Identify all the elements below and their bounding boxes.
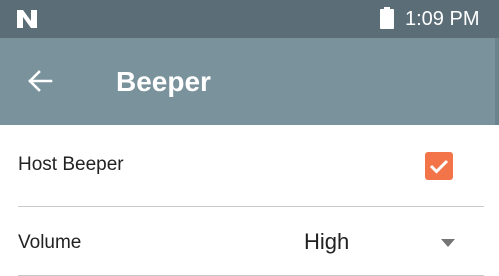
volume-value: High <box>304 229 350 254</box>
scroll-edge <box>495 38 499 125</box>
host-beeper-checkbox[interactable] <box>425 152 453 180</box>
arrow-left-icon <box>28 70 53 92</box>
back-button[interactable] <box>18 59 62 103</box>
status-bar: 1:09 PM <box>0 0 499 38</box>
volume-row: Volume High <box>0 207 499 275</box>
status-clock: 1:09 PM <box>405 8 480 30</box>
host-beeper-row[interactable]: Host Beeper <box>0 125 499 206</box>
volume-label: Volume <box>18 232 82 253</box>
caret-down-icon <box>441 239 455 247</box>
check-icon <box>429 159 449 174</box>
host-beeper-label: Host Beeper <box>18 154 124 175</box>
battery-icon <box>380 7 394 29</box>
app-bar: Beeper <box>0 38 499 125</box>
volume-select[interactable]: High <box>296 219 466 263</box>
page-title: Beeper <box>116 66 211 97</box>
n-logo-icon <box>17 10 37 28</box>
